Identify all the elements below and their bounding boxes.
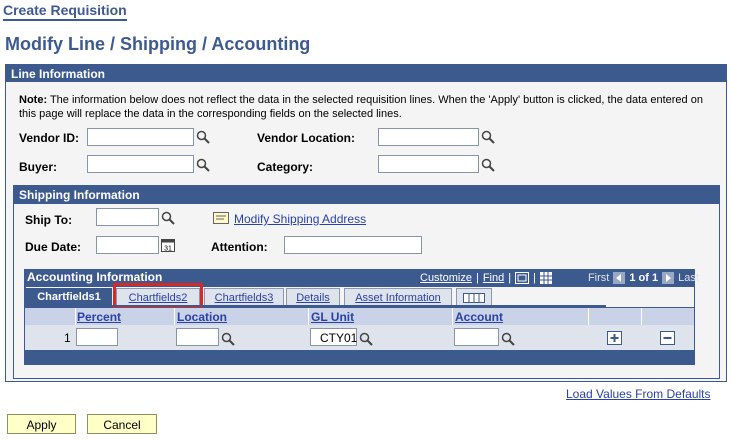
nav-separator: | — [475, 272, 479, 284]
category-lookup-icon[interactable] — [481, 158, 495, 172]
due-date-label: Due Date: — [25, 240, 82, 254]
load-values-from-defaults-link[interactable]: Load Values From Defaults — [566, 387, 711, 401]
accounting-header: Accounting Information — [27, 270, 163, 284]
page-info: 1 of 1 — [629, 272, 659, 284]
address-icon[interactable] — [213, 212, 229, 224]
tab-details[interactable]: Details — [286, 288, 340, 306]
shipping-header: Shipping Information — [13, 185, 720, 204]
ship-to-input[interactable] — [96, 208, 159, 226]
add-row-icon[interactable] — [607, 331, 622, 345]
modify-shipping-address-link[interactable]: Modify Shipping Address — [234, 212, 366, 226]
line-info-header: Line Information — [5, 64, 727, 82]
svg-text:31: 31 — [164, 246, 172, 253]
note-prefix: Note: — [19, 94, 48, 106]
buyer-lookup-icon[interactable] — [196, 158, 210, 172]
col-account[interactable]: Account — [455, 310, 503, 324]
tab-underline — [26, 305, 606, 307]
location-lookup-icon[interactable] — [221, 332, 235, 346]
gl-unit-input[interactable]: CTY01 — [310, 328, 357, 346]
next-arrow-icon[interactable] — [662, 272, 675, 284]
due-date-input[interactable] — [96, 236, 159, 254]
nav-separator-3: | — [533, 272, 536, 284]
cancel-button[interactable]: Cancel — [87, 414, 157, 434]
line-info-note: Note: The information below does not ref… — [19, 93, 719, 121]
customize-link[interactable]: Customize — [420, 272, 472, 284]
col-percent[interactable]: Percent — [77, 310, 121, 324]
vendor-id-lookup-icon[interactable] — [196, 130, 210, 144]
tab-chartfields3-label: Chartfields3 — [214, 291, 274, 304]
account-input[interactable] — [454, 328, 499, 346]
vendor-location-lookup-icon[interactable] — [481, 130, 495, 144]
page-title: Modify Line / Shipping / Accounting — [5, 34, 311, 54]
vendor-id-label: Vendor ID: — [19, 131, 80, 145]
col-header-row — [25, 308, 694, 325]
tab-chartfields1[interactable]: Chartfields1 — [26, 288, 112, 306]
download-grid-icon[interactable] — [539, 272, 552, 284]
account-lookup-icon[interactable] — [501, 332, 515, 346]
ship-to-label: Ship To: — [25, 213, 73, 227]
percent-input[interactable] — [76, 328, 118, 346]
location-input[interactable] — [176, 328, 219, 346]
vendor-location-input[interactable] — [378, 128, 479, 146]
attention-input[interactable] — [284, 236, 422, 254]
vendor-location-label: Vendor Location: — [257, 131, 356, 145]
col-gl-unit[interactable]: GL Unit — [311, 310, 354, 324]
note-text: The information below does not reflect t… — [19, 94, 703, 120]
view-all-icon[interactable] — [515, 272, 530, 284]
vendor-id-input[interactable] — [87, 128, 194, 146]
attention-label: Attention: — [211, 240, 268, 254]
delete-row-icon[interactable] — [660, 331, 675, 345]
ship-to-lookup-icon[interactable] — [161, 211, 175, 225]
tab-asset-information-label: Asset Information — [355, 291, 441, 304]
show-all-columns-tab[interactable] — [456, 288, 492, 306]
first-label: First — [587, 272, 610, 284]
breadcrumb[interactable]: Create Requisition — [3, 2, 127, 21]
show-all-columns-icon — [463, 292, 485, 303]
buyer-input[interactable] — [87, 155, 194, 173]
grid-nav: Customize | Find | | First 1 of 1 Last — [420, 272, 699, 284]
col-location[interactable]: Location — [177, 310, 227, 324]
calendar-icon[interactable]: 31 — [161, 238, 175, 252]
last-label: Last — [678, 272, 699, 284]
tab-asset-information[interactable]: Asset Information — [344, 288, 452, 306]
find-link[interactable]: Find — [483, 272, 504, 284]
category-label: Category: — [257, 160, 314, 174]
gl-unit-lookup-icon[interactable] — [359, 332, 373, 346]
row-number: 1 — [64, 331, 71, 345]
tab-chartfields3[interactable]: Chartfields3 — [204, 288, 284, 306]
category-input[interactable] — [378, 155, 479, 173]
apply-button[interactable]: Apply — [7, 414, 76, 434]
nav-separator-2: | — [508, 272, 512, 284]
buyer-label: Buyer: — [19, 160, 58, 174]
prev-arrow-icon[interactable] — [613, 272, 626, 284]
tab-details-label: Details — [296, 291, 330, 304]
